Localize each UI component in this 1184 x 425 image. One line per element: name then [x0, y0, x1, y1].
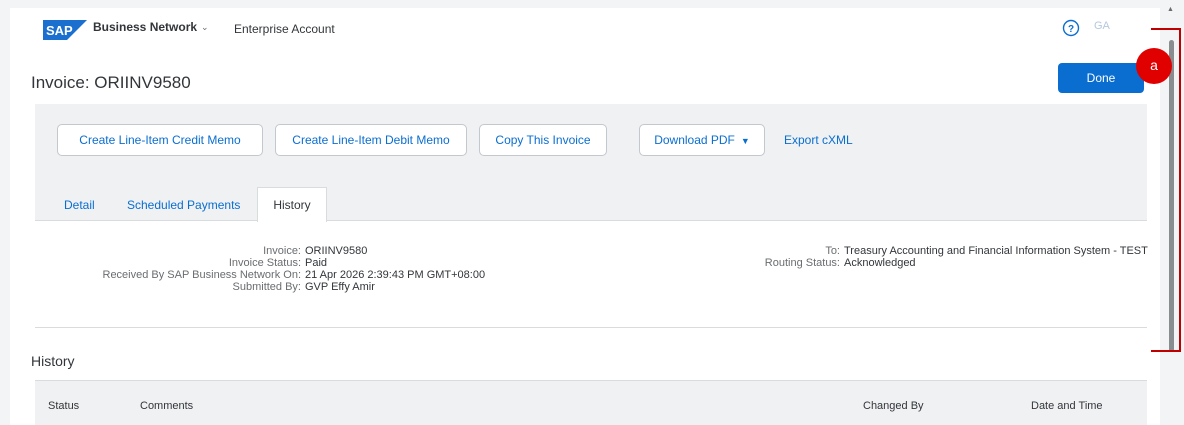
detail-label: Received By SAP Business Network On: [102, 269, 302, 281]
screen: SAP Business Network ⌄ Enterprise Accoun… [0, 0, 1184, 425]
detail-label: To: [825, 245, 840, 257]
download-pdf-label: Download PDF [654, 133, 735, 147]
detail-label: Submitted By: [232, 281, 301, 293]
chevron-down-icon[interactable]: ⌄ [201, 22, 209, 33]
action-toolbar: Create Line-Item Credit Memo Create Line… [35, 104, 1147, 178]
detail-label: Invoice: [263, 245, 301, 257]
create-credit-memo-button[interactable]: Create Line-Item Credit Memo [57, 124, 263, 156]
column-header-status[interactable]: Status [48, 400, 79, 412]
detail-value: Acknowledged [844, 257, 916, 269]
tab-history[interactable]: History [257, 187, 327, 222]
create-debit-memo-button[interactable]: Create Line-Item Debit Memo [275, 124, 467, 156]
column-header-comments[interactable]: Comments [140, 400, 193, 412]
done-button[interactable]: Done [1058, 63, 1144, 93]
detail-value: Paid [305, 257, 328, 269]
download-pdf-button[interactable]: Download PDF ▼ [639, 124, 765, 156]
detail-label: Routing Status: [764, 257, 840, 269]
tab-scheduled-payments[interactable]: Scheduled Payments [127, 198, 240, 212]
detail-label: Invoice Status: [228, 257, 301, 269]
copy-invoice-button[interactable]: Copy This Invoice [479, 124, 607, 156]
caret-down-icon: ▼ [740, 136, 750, 146]
page-title: Invoice: ORIINV9580 [31, 73, 191, 92]
annotation-marker: a [1136, 48, 1172, 84]
detail-value: GVP Effy Amir [305, 281, 375, 293]
detail-value: 21 Apr 2026 2:39:43 PM GMT+08:00 [305, 269, 486, 281]
scroll-up-arrow-icon[interactable]: ▲ [1167, 6, 1174, 13]
sap-logo[interactable]: SAP [43, 20, 87, 40]
account-type: Enterprise Account [234, 22, 335, 36]
help-icon[interactable]: ? [1062, 19, 1080, 37]
svg-text:?: ? [1068, 24, 1074, 35]
export-cxml-link[interactable]: Export cXML [784, 133, 853, 147]
invoice-details: Invoice: ORIINV9580 Invoice Status: Paid R… [35, 221, 1148, 328]
tab-detail[interactable]: Detail [64, 198, 95, 212]
user-avatar[interactable]: GA [1094, 20, 1110, 32]
brand-name[interactable]: Business Network [93, 20, 197, 34]
app-window: SAP Business Network ⌄ Enterprise Accoun… [10, 8, 1160, 425]
tab-bar: Detail Scheduled Payments History [35, 178, 1147, 222]
history-table-header: Status Comments Changed By Date and Time [35, 380, 1147, 425]
history-section-title: History [31, 353, 75, 369]
column-header-changed-by[interactable]: Changed By [863, 400, 924, 412]
top-bar: SAP Business Network ⌄ Enterprise Accoun… [10, 8, 1160, 48]
detail-value: Treasury Accounting and Financial Inform… [844, 245, 1148, 257]
detail-value: ORIINV9580 [305, 245, 368, 257]
column-header-date-time[interactable]: Date and Time [1031, 400, 1103, 412]
logo-text: SAP [46, 23, 73, 38]
